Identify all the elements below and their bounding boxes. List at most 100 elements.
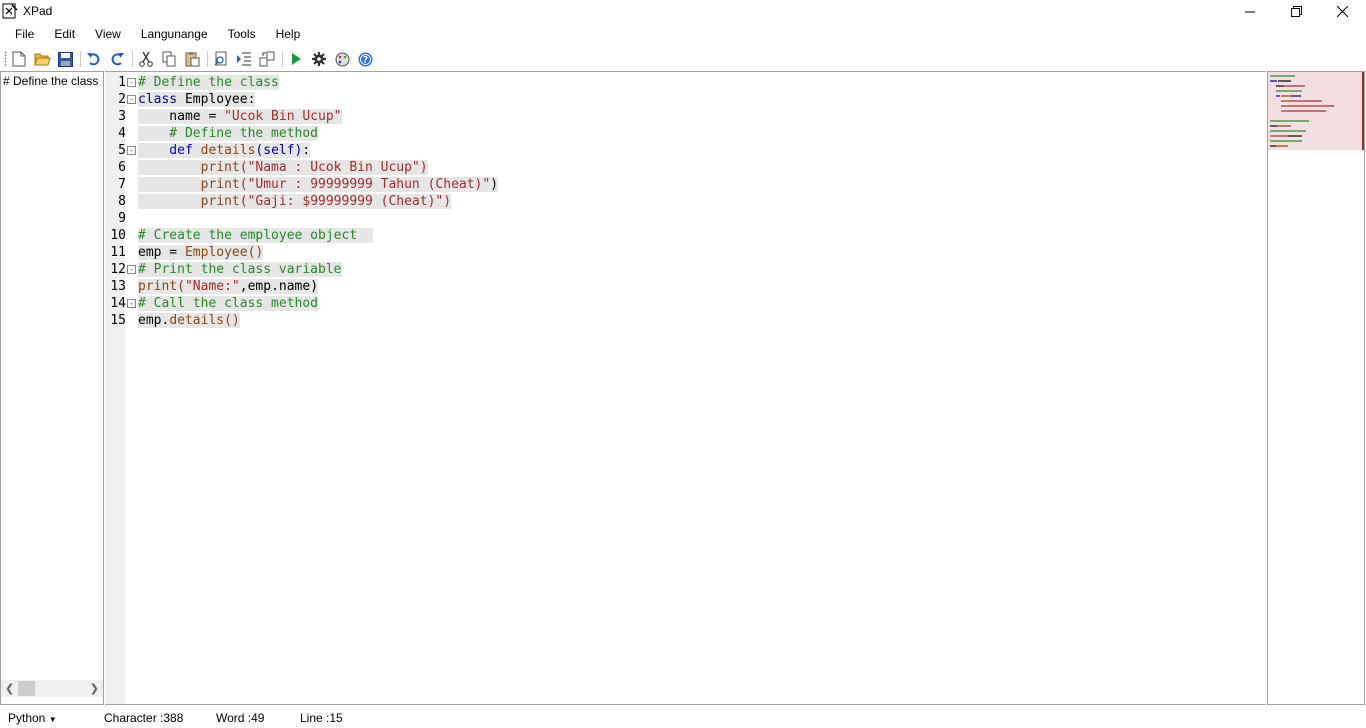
minimap-line xyxy=(1278,80,1291,82)
code-editor[interactable]: 1 2 3 4 5 6 7 8 9 10 11 12 13 14 15- - - - - # Define the … xyxy=(105,71,1266,705)
minimap-line xyxy=(1270,135,1277,137)
code-line[interactable]: # Call the class method xyxy=(138,295,319,312)
code-line[interactable]: # Define the class xyxy=(138,74,279,91)
code-line[interactable]: print("Gaji: $99999999 (Cheat)") xyxy=(138,193,452,210)
line-number: 6 xyxy=(118,160,126,175)
line-number-gutter: 1 2 3 4 5 6 7 8 9 10 11 12 13 14 15- - - - - xyxy=(105,72,136,704)
fold-toggle-icon[interactable]: - xyxy=(127,146,136,155)
window-title: XPad xyxy=(23,4,53,18)
minimap-line xyxy=(1284,85,1305,87)
scroll-right-icon[interactable]: ❯ xyxy=(90,682,99,695)
fold-margin[interactable] xyxy=(125,72,132,704)
line-number: 5 xyxy=(118,143,126,158)
menu-edit[interactable]: Edit xyxy=(44,24,85,46)
code-line[interactable]: print("Umur : 99999999 Tahun (Cheat)") xyxy=(138,176,499,193)
menu-tools[interactable]: Tools xyxy=(218,24,266,46)
code-line-text: # Define the method xyxy=(138,126,319,141)
minimap[interactable] xyxy=(1267,71,1365,705)
code-token: print xyxy=(138,177,240,192)
minimap-line xyxy=(1281,110,1289,112)
minimap-line xyxy=(1281,105,1289,107)
fold-toggle-icon[interactable]: - xyxy=(127,78,136,87)
help-button[interactable]: ? xyxy=(356,50,374,68)
cut-button[interactable] xyxy=(137,50,155,68)
code-token: print xyxy=(138,194,240,209)
language-selector[interactable]: Python ▼ xyxy=(8,711,57,725)
scroll-left-icon[interactable]: ❮ xyxy=(5,682,14,695)
paste-icon xyxy=(185,52,199,67)
menu-language[interactable]: Langunange xyxy=(131,24,218,46)
minimize-button[interactable] xyxy=(1227,0,1273,23)
code-line[interactable]: # Create the employee object xyxy=(138,227,373,244)
new-file-icon xyxy=(12,51,26,67)
code-token: # Create the employee object xyxy=(138,228,373,243)
undo-button[interactable] xyxy=(85,50,103,68)
line-number: 14 xyxy=(110,296,126,311)
undo-icon xyxy=(87,53,100,66)
code-token: emp. xyxy=(138,313,170,328)
menu-view[interactable]: View xyxy=(85,24,131,46)
code-token: ) xyxy=(490,177,499,192)
code-line[interactable]: print("Nama : Ucok Bin Ucup") xyxy=(138,159,428,176)
copy-button[interactable] xyxy=(160,50,178,68)
line-number: 7 xyxy=(118,177,126,192)
run-icon xyxy=(292,53,301,65)
fold-toggle-icon[interactable]: - xyxy=(127,299,136,308)
line-number: 9 xyxy=(118,211,126,226)
code-line[interactable]: # Define the method xyxy=(138,125,319,142)
code-line-text: print("Gaji: $99999999 (Cheat)") xyxy=(138,194,452,209)
toolbar-grip[interactable] xyxy=(4,51,7,67)
code-line[interactable]: # Print the class variable xyxy=(138,261,342,278)
save-button[interactable] xyxy=(56,50,74,68)
run-button[interactable] xyxy=(287,50,305,68)
code-line-text: emp.details() xyxy=(138,313,240,328)
code-line[interactable]: name = "Ucok Bin Ucup" xyxy=(138,108,342,125)
code-line-text: class Employee: xyxy=(138,92,256,107)
minimap-line xyxy=(1275,90,1303,92)
code-line-text: def details(self): xyxy=(138,143,311,158)
code-line-text: # Create the employee object xyxy=(138,228,373,243)
menu-help[interactable]: Help xyxy=(266,24,311,46)
menu-file[interactable]: File xyxy=(5,24,44,46)
code-line[interactable]: class Employee: xyxy=(138,91,256,108)
toolbar-separator xyxy=(207,51,208,67)
copy-icon xyxy=(162,51,175,67)
toolbar-separator xyxy=(282,51,283,67)
restore-button[interactable] xyxy=(1273,0,1319,23)
outline-horizontal-scrollbar[interactable]: ❮ ❯ xyxy=(1,680,103,697)
code-line[interactable]: emp.details() xyxy=(138,312,240,329)
indent-button[interactable] xyxy=(235,50,253,68)
theme-button[interactable] xyxy=(333,50,351,68)
minimap-line xyxy=(1275,95,1280,97)
fold-toggle-icon[interactable]: - xyxy=(127,265,136,274)
minimap-line xyxy=(1270,120,1310,122)
close-button[interactable] xyxy=(1319,0,1365,23)
open-button[interactable] xyxy=(33,50,51,68)
fold-toggle-icon[interactable]: - xyxy=(127,95,136,104)
xpad-app-icon xyxy=(2,3,18,19)
code-token: def xyxy=(138,143,193,158)
code-line[interactable]: emp = Employee() xyxy=(138,244,264,261)
minimap-line xyxy=(1270,140,1303,142)
paste-button[interactable] xyxy=(183,50,201,68)
code-area[interactable]: # Define the class class Employee: name =… xyxy=(138,72,1266,704)
settings-button[interactable] xyxy=(310,50,328,68)
code-line[interactable]: print("Name:",emp.name) xyxy=(138,278,319,295)
outline-item[interactable]: # Define the class xyxy=(3,74,98,88)
new-file-button[interactable] xyxy=(10,50,28,68)
code-token: # Call the class method xyxy=(138,296,319,311)
scroll-thumb[interactable] xyxy=(18,681,35,696)
minimap-line xyxy=(1288,100,1322,102)
code-token: # Define the method xyxy=(138,126,319,141)
redo-button[interactable] xyxy=(108,50,126,68)
close-icon xyxy=(1336,6,1348,17)
minimap-line xyxy=(1333,105,1335,107)
help-icon: ? xyxy=(358,52,372,66)
code-token: Employee() xyxy=(184,245,264,260)
code-token: : xyxy=(302,143,311,158)
outline-panel[interactable]: # Define the class ❮ ❯ xyxy=(0,71,104,705)
replace-button[interactable] xyxy=(258,50,276,68)
find-button[interactable] xyxy=(212,50,230,68)
code-line[interactable]: def details(self): xyxy=(138,142,311,159)
replace-icon xyxy=(259,51,275,67)
